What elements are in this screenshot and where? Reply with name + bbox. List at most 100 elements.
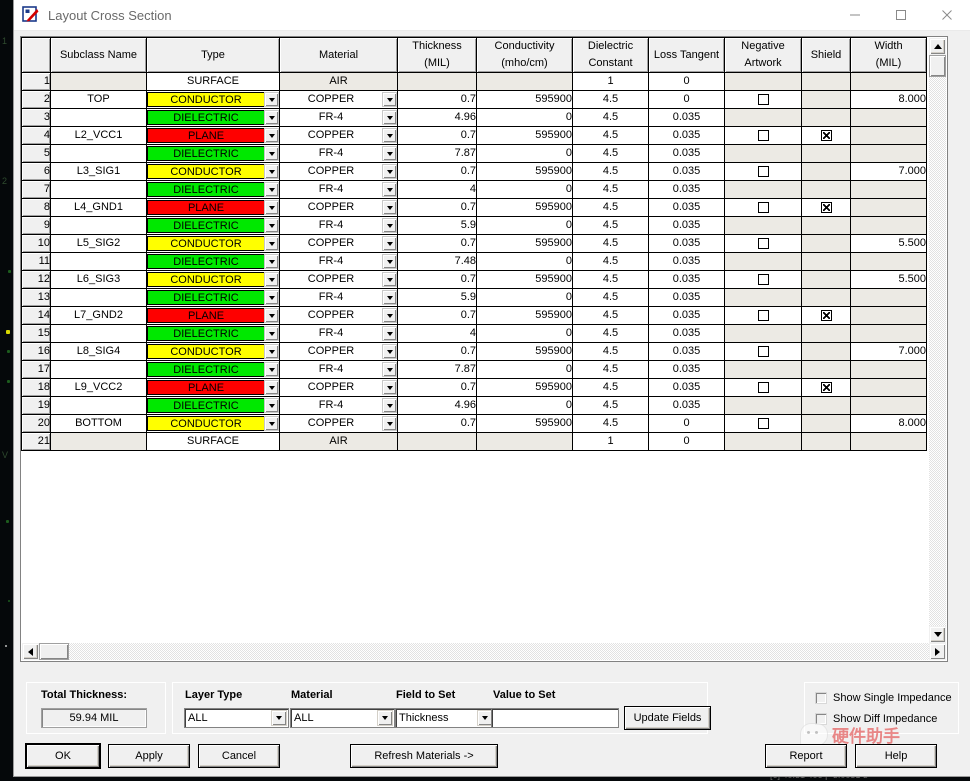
show-single-impedance-row[interactable]: Show Single Impedance [815, 692, 952, 704]
cell-negative-artwork[interactable] [724, 306, 802, 325]
cell-conductivity[interactable] [476, 72, 573, 91]
column-header-thickness[interactable]: Thickness (MIL) [397, 37, 477, 73]
ok-button[interactable]: OK [26, 744, 100, 768]
cell-dielectric-constant[interactable]: 4.5 [572, 180, 649, 199]
material-combobox[interactable]: COPPER [280, 308, 397, 323]
cell-conductivity[interactable]: 0 [476, 396, 573, 415]
type-combobox[interactable]: DIELECTRIC [147, 326, 279, 341]
chevron-down-icon[interactable] [382, 128, 397, 143]
type-combobox[interactable]: DIELECTRIC [147, 398, 279, 413]
cell-width[interactable] [850, 324, 927, 343]
cell-thickness[interactable]: 5.9 [397, 216, 477, 235]
cell-shield[interactable] [801, 360, 851, 379]
cell-conductivity[interactable]: 595900 [476, 342, 573, 361]
negative-artwork-checkbox[interactable] [757, 345, 769, 357]
cell-width[interactable] [850, 288, 927, 307]
type-combobox[interactable]: CONDUCTOR [147, 164, 279, 179]
cell-width[interactable]: 8.000 [850, 414, 927, 433]
cell-thickness[interactable]: 0.7 [397, 90, 477, 109]
row-number[interactable]: 7 [21, 180, 51, 199]
row-number[interactable]: 1 [21, 72, 51, 91]
cell-thickness[interactable]: 0.7 [397, 306, 477, 325]
cell-negative-artwork[interactable] [724, 108, 802, 127]
field-to-set-select[interactable]: Thickness [395, 708, 495, 728]
cell-subclass-name[interactable] [50, 72, 147, 91]
cell-material[interactable]: FR-4 [279, 144, 398, 163]
row-number[interactable]: 9 [21, 216, 51, 235]
cell-width[interactable] [850, 360, 927, 379]
cell-loss-tangent[interactable]: 0.035 [648, 144, 725, 163]
cell-material[interactable]: FR-4 [279, 216, 398, 235]
cross-section-grid[interactable]: Subclass Name Type Material Thickness (MIL) C… [20, 36, 948, 662]
close-button[interactable] [924, 0, 970, 30]
cell-subclass-name[interactable] [50, 216, 147, 235]
cell-negative-artwork[interactable] [724, 342, 802, 361]
table-row[interactable]: 19 DIELECTRIC FR-4 4.96 0 4.5 0.035 [21, 396, 927, 415]
material-combobox[interactable]: COPPER [280, 164, 397, 179]
cell-dielectric-constant[interactable]: 4.5 [572, 306, 649, 325]
cell-conductivity[interactable]: 0 [476, 360, 573, 379]
row-number[interactable]: 4 [21, 126, 51, 145]
table-row[interactable]: 16 L8_SIG4 CONDUCTOR COPPER 0.7 595900 4.5 0.03… [21, 342, 927, 361]
cell-shield[interactable] [801, 252, 851, 271]
cell-loss-tangent[interactable]: 0.035 [648, 180, 725, 199]
chevron-down-icon[interactable] [382, 182, 397, 197]
cell-type[interactable]: DIELECTRIC [146, 324, 280, 343]
cell-type[interactable]: PLANE [146, 198, 280, 217]
cell-type[interactable]: DIELECTRIC [146, 216, 280, 235]
cell-material[interactable]: AIR [279, 432, 398, 451]
cell-negative-artwork[interactable] [724, 126, 802, 145]
cell-subclass-name[interactable]: L9_VCC2 [50, 378, 147, 397]
cell-conductivity[interactable]: 595900 [476, 414, 573, 433]
maximize-button[interactable] [878, 0, 924, 30]
cell-dielectric-constant[interactable]: 1 [572, 72, 649, 91]
report-button[interactable]: Report [765, 744, 847, 768]
chevron-down-icon[interactable] [382, 92, 397, 107]
cell-dielectric-constant[interactable]: 4.5 [572, 378, 649, 397]
negative-artwork-checkbox[interactable] [757, 93, 769, 105]
table-row[interactable]: 4 L2_VCC1 PLANE COPPER 0.7 595900 4.5 0.035 [21, 126, 927, 145]
cell-thickness[interactable]: 4 [397, 324, 477, 343]
cell-conductivity[interactable]: 0 [476, 180, 573, 199]
chevron-down-icon[interactable] [264, 110, 279, 125]
type-combobox[interactable]: DIELECTRIC [147, 182, 279, 197]
column-header-material[interactable]: Material [279, 37, 398, 73]
chevron-down-icon[interactable] [382, 254, 397, 269]
cell-negative-artwork[interactable] [724, 234, 802, 253]
cell-shield[interactable] [801, 90, 851, 109]
cell-thickness[interactable] [397, 432, 477, 451]
chevron-down-icon[interactable] [264, 200, 279, 215]
cell-dielectric-constant[interactable]: 4.5 [572, 288, 649, 307]
cell-width[interactable] [850, 306, 927, 325]
cell-shield[interactable] [801, 414, 851, 433]
cell-loss-tangent[interactable]: 0.035 [648, 270, 725, 289]
cell-thickness[interactable]: 7.87 [397, 144, 477, 163]
cell-negative-artwork[interactable] [724, 396, 802, 415]
cell-thickness[interactable]: 7.48 [397, 252, 477, 271]
row-number[interactable]: 8 [21, 198, 51, 217]
chevron-down-icon[interactable] [264, 236, 279, 251]
cell-width[interactable] [850, 72, 927, 91]
cell-loss-tangent[interactable]: 0.035 [648, 396, 725, 415]
cell-dielectric-constant[interactable]: 4.5 [572, 414, 649, 433]
table-row[interactable]: 11 DIELECTRIC FR-4 7.48 0 4.5 0.035 [21, 252, 927, 271]
table-row[interactable]: 14 L7_GND2 PLANE COPPER 0.7 595900 4.5 0.035 [21, 306, 927, 325]
material-combobox[interactable]: COPPER [280, 380, 397, 395]
shield-checkbox[interactable] [820, 201, 832, 213]
cell-type[interactable]: DIELECTRIC [146, 396, 280, 415]
cell-type[interactable]: DIELECTRIC [146, 180, 280, 199]
cell-negative-artwork[interactable] [724, 180, 802, 199]
negative-artwork-checkbox[interactable] [757, 237, 769, 249]
row-number[interactable]: 18 [21, 378, 51, 397]
cell-shield[interactable] [801, 234, 851, 253]
cell-subclass-name[interactable]: L5_SIG2 [50, 234, 147, 253]
vertical-scrollbar[interactable] [929, 38, 946, 643]
cell-shield[interactable] [801, 162, 851, 181]
cell-subclass-name[interactable]: L6_SIG3 [50, 270, 147, 289]
hscroll-thumb[interactable] [39, 643, 69, 660]
shield-checkbox[interactable] [820, 309, 832, 321]
cell-negative-artwork[interactable] [724, 378, 802, 397]
column-header-conductivity[interactable]: Conductivity (mho/cm) [476, 37, 573, 73]
table-row[interactable]: 3 DIELECTRIC FR-4 4.96 0 4.5 0.035 [21, 108, 927, 127]
type-combobox[interactable]: DIELECTRIC [147, 218, 279, 233]
